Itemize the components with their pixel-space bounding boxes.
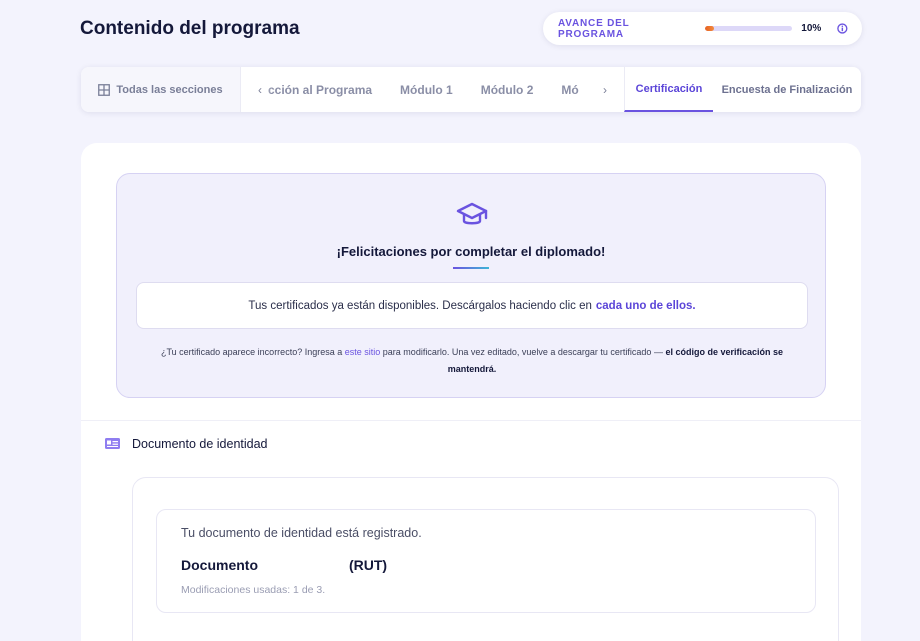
identity-card: Tu documento de identidad está registrad…: [156, 509, 816, 613]
congrats-title: ¡Felicitaciones por completar el diploma…: [336, 244, 606, 259]
identity-section-title: Documento de identidad: [132, 437, 268, 451]
section-divider: [81, 420, 861, 421]
certificate-note: ¿Tu certificado aparece incorrecto? Ingr…: [137, 344, 807, 378]
registered-text: Tu documento de identidad está registrad…: [181, 526, 422, 540]
chevron-left-icon[interactable]: ‹: [249, 67, 271, 112]
progress-value: 10%: [801, 23, 822, 34]
modifications-used: Modificaciones usadas: 1 de 3.: [181, 584, 326, 596]
page-title: Contenido del programa: [80, 18, 300, 39]
note-text-2: para modificarlo. Una vez editado, vuelv…: [382, 347, 663, 357]
chevron-right-icon[interactable]: ›: [594, 67, 616, 112]
tab-introduccion[interactable]: cción al Programa: [254, 67, 386, 112]
id-card-icon: [105, 438, 120, 449]
all-sections-label: Todas las secciones: [116, 83, 223, 96]
tab-modulo-1[interactable]: Módulo 1: [386, 67, 467, 112]
tab-modulo-3[interactable]: Mó: [547, 67, 592, 112]
title-underline: [453, 267, 489, 269]
identity-container: Tu documento de identidad está registrad…: [132, 477, 839, 641]
progress-label: AVANCE DEL PROGRAMA: [558, 17, 630, 40]
download-certificates-link[interactable]: cada uno de ellos.: [596, 300, 696, 312]
tab-encuesta[interactable]: Encuesta de Finalización: [713, 67, 861, 112]
grid-icon: [98, 83, 111, 96]
note-text-1: ¿Tu certificado aparece incorrecto? Ingr…: [160, 347, 343, 357]
certificates-available-box: Tus certificados ya están disponibles. D…: [136, 282, 808, 329]
edit-site-link[interactable]: este sitio: [345, 347, 381, 357]
info-icon[interactable]: [837, 23, 848, 34]
progress-bar-fill: [704, 26, 714, 31]
all-sections-button[interactable]: Todas las secciones: [81, 67, 241, 112]
available-text: Tus certificados ya están disponibles. D…: [248, 299, 592, 312]
program-progress: AVANCE DEL PROGRAMA 10%: [543, 12, 862, 45]
tab-modulo-2[interactable]: Módulo 2: [467, 67, 548, 112]
tab-certificacion[interactable]: Certificación: [624, 67, 713, 112]
certificate-panel: ¡Felicitaciones por completar el diploma…: [116, 173, 826, 398]
document-type: (RUT): [349, 557, 388, 573]
tabs-scroller[interactable]: ‹ cción al Programa Módulo 1 Módulo 2 Mó…: [241, 67, 624, 112]
graduation-cap-icon: [456, 202, 488, 225]
document-label: Documento: [181, 557, 258, 573]
section-tabs: Todas las secciones ‹ cción al Programa …: [81, 67, 861, 112]
main-content-card: ¡Felicitaciones por completar el diploma…: [81, 143, 861, 641]
progress-bar: [704, 26, 793, 31]
